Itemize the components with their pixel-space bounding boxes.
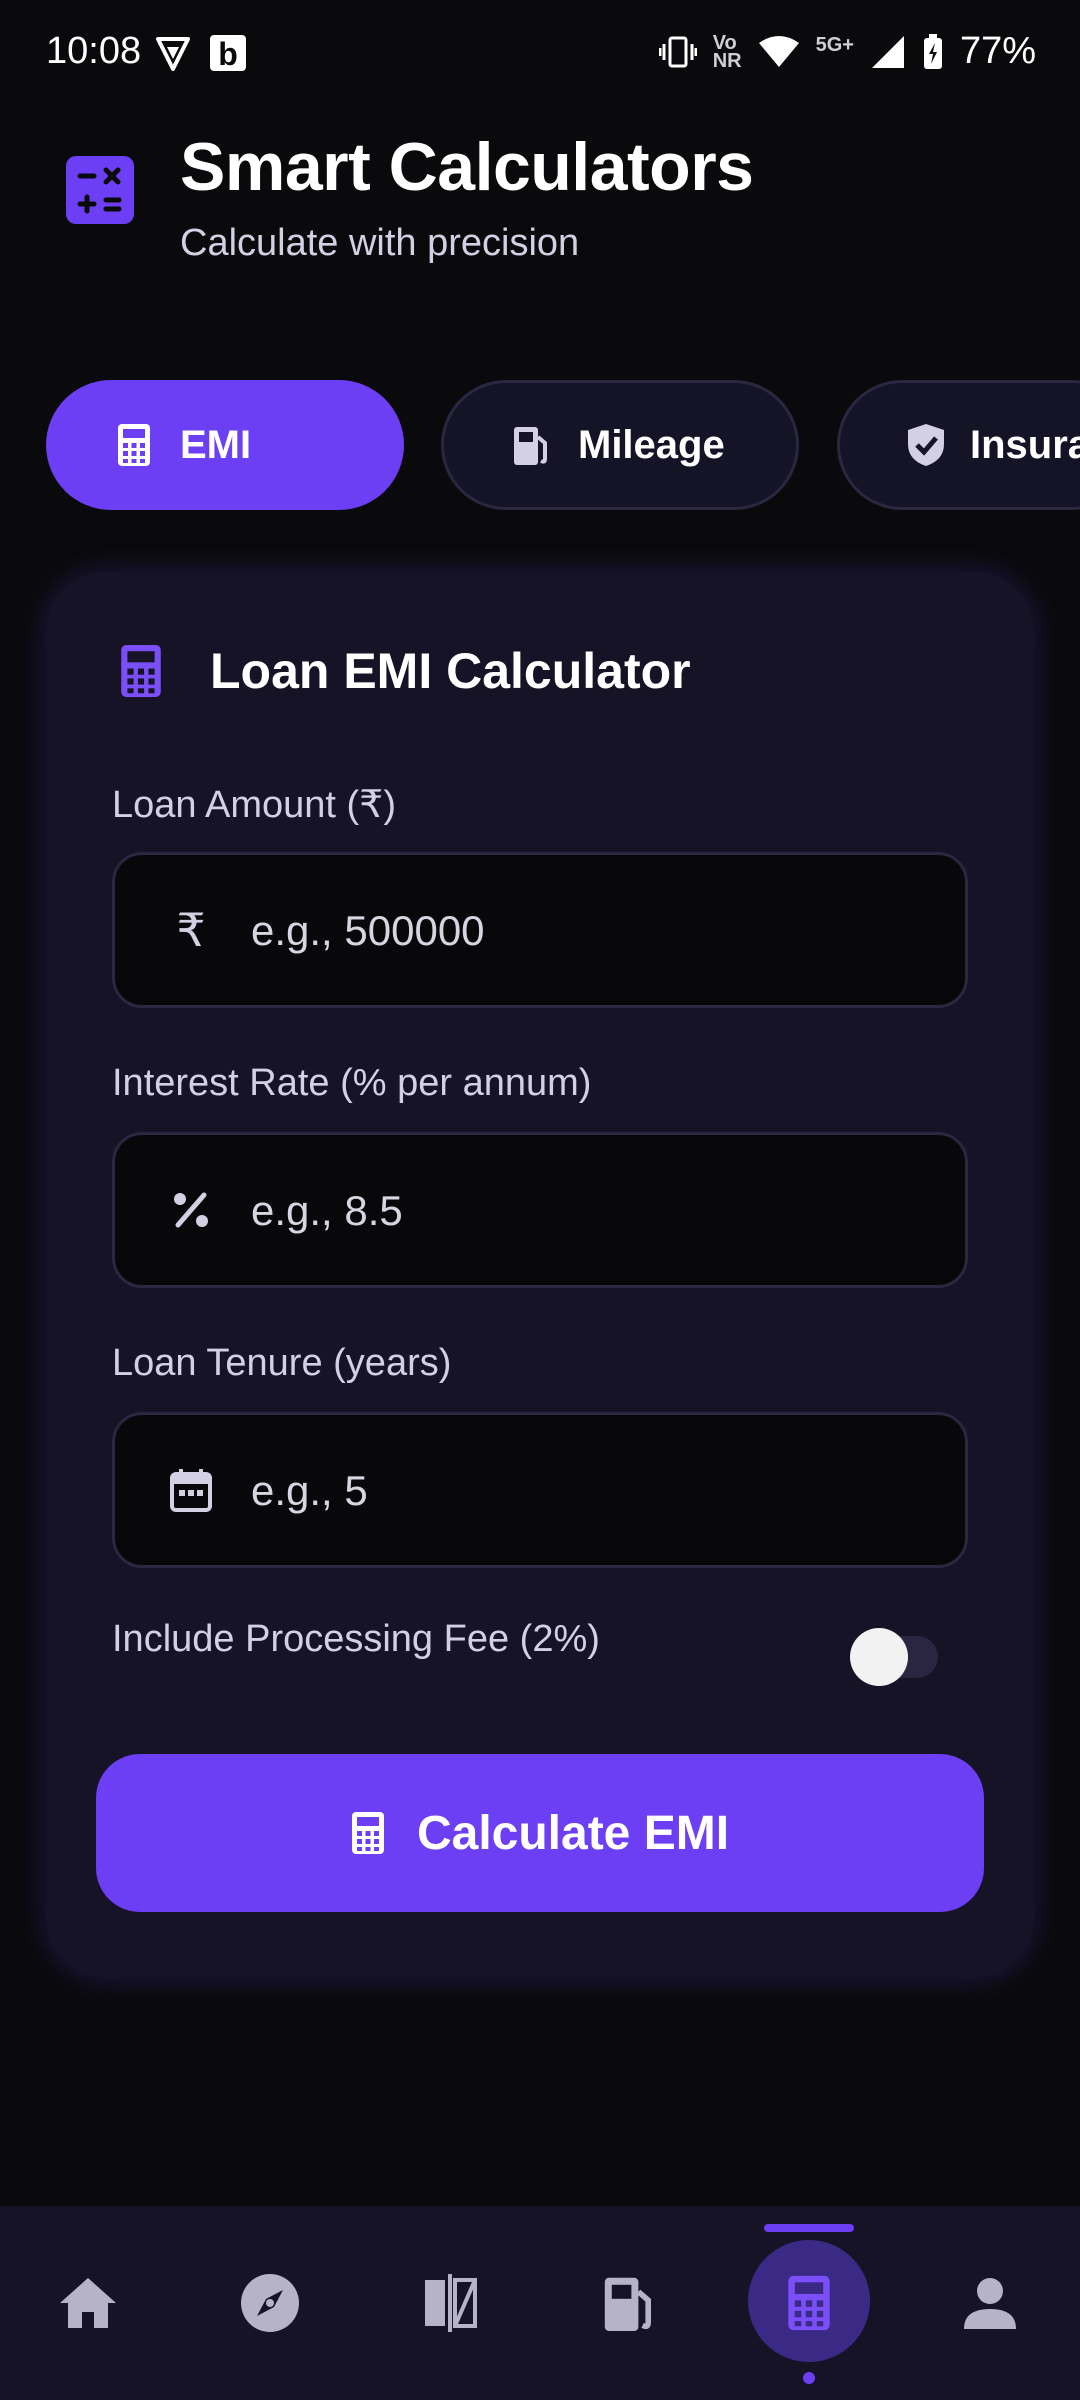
loan-amount-label: Loan Amount (₹) (112, 784, 396, 826)
home-icon (60, 2278, 116, 2328)
nav-profile[interactable] (930, 2206, 1050, 2400)
loan-amount-input[interactable] (249, 855, 933, 1007)
interest-rate-field[interactable] (112, 1132, 968, 1288)
fuel-pump-icon (604, 2277, 651, 2331)
battery-charging-icon (923, 33, 942, 69)
volte-indicator: Vo NR (712, 31, 742, 72)
processing-fee-label: Include Processing Fee (2%) (112, 1618, 600, 1660)
page-title: Smart Calculators (180, 129, 754, 205)
rupee-icon: ₹ (176, 904, 206, 956)
bottom-navigation (0, 2206, 1080, 2400)
calculate-emi-button[interactable]: Calculate EMI (96, 1754, 984, 1912)
interest-rate-label: Interest Rate (% per annum) (112, 1062, 592, 1104)
card-header: Loan EMI Calculator (120, 642, 691, 700)
nav-compare[interactable] (390, 2206, 510, 2400)
vpn-shield-icon (156, 37, 190, 71)
wifi-icon (758, 35, 799, 67)
calculator-icon (121, 645, 161, 697)
person-icon (964, 2278, 1016, 2329)
nav-explore[interactable] (210, 2206, 330, 2400)
tab-label: EMI (180, 422, 252, 467)
status-bar: 10:08 b Vo NR 5G+ 77% (0, 0, 1080, 110)
loan-tenure-label: Loan Tenure (years) (112, 1342, 452, 1384)
calculate-emi-label: Calculate EMI (416, 1806, 730, 1860)
tab-insurance[interactable]: Insurance (837, 380, 1080, 510)
loan-tenure-field[interactable] (112, 1412, 968, 1568)
calculator-logo-icon (66, 156, 134, 224)
tab-label: Mileage (578, 422, 725, 467)
calculator-icon (788, 2275, 830, 2331)
calculator-tabs: EMI Mileage Insurance (0, 380, 1080, 516)
battery-percent: 77% (959, 30, 1036, 72)
card-title: Loan EMI Calculator (210, 643, 691, 699)
loan-tenure-input[interactable] (249, 1415, 933, 1567)
processing-fee-toggle[interactable] (850, 1628, 938, 1686)
tab-label: Insurance (970, 422, 1080, 467)
nav-home[interactable] (28, 2206, 148, 2400)
compare-icon (425, 2274, 477, 2332)
tab-mileage[interactable]: Mileage (441, 380, 799, 510)
b-app-icon: b (210, 35, 246, 72)
loan-amount-field[interactable]: ₹ (112, 852, 968, 1008)
percent-icon (167, 1186, 215, 1234)
compass-icon (241, 2274, 299, 2332)
nav-fuel[interactable] (570, 2206, 690, 2400)
calculator-icon (112, 423, 156, 467)
network-type: 5G+ (815, 33, 854, 56)
calculator-icon (351, 1812, 384, 1854)
calendar-icon (167, 1466, 215, 1514)
status-time: 10:08 (46, 30, 142, 72)
fuel-pump-icon (510, 423, 554, 467)
signal-icon (871, 35, 904, 68)
nav-calculators[interactable] (749, 2206, 869, 2400)
interest-rate-input[interactable] (249, 1135, 933, 1287)
toggle-knob (850, 1628, 908, 1686)
app-header: Smart Calculators Calculate with precisi… (0, 120, 1080, 290)
emi-calculator-card: Loan EMI Calculator Loan Amount (₹) ₹ In… (46, 572, 1034, 1978)
vibrate-icon (658, 36, 697, 67)
shield-check-icon (906, 423, 946, 467)
page-subtitle: Calculate with precision (180, 222, 580, 264)
svg-text:b: b (218, 36, 238, 72)
tab-emi[interactable]: EMI (46, 380, 404, 510)
